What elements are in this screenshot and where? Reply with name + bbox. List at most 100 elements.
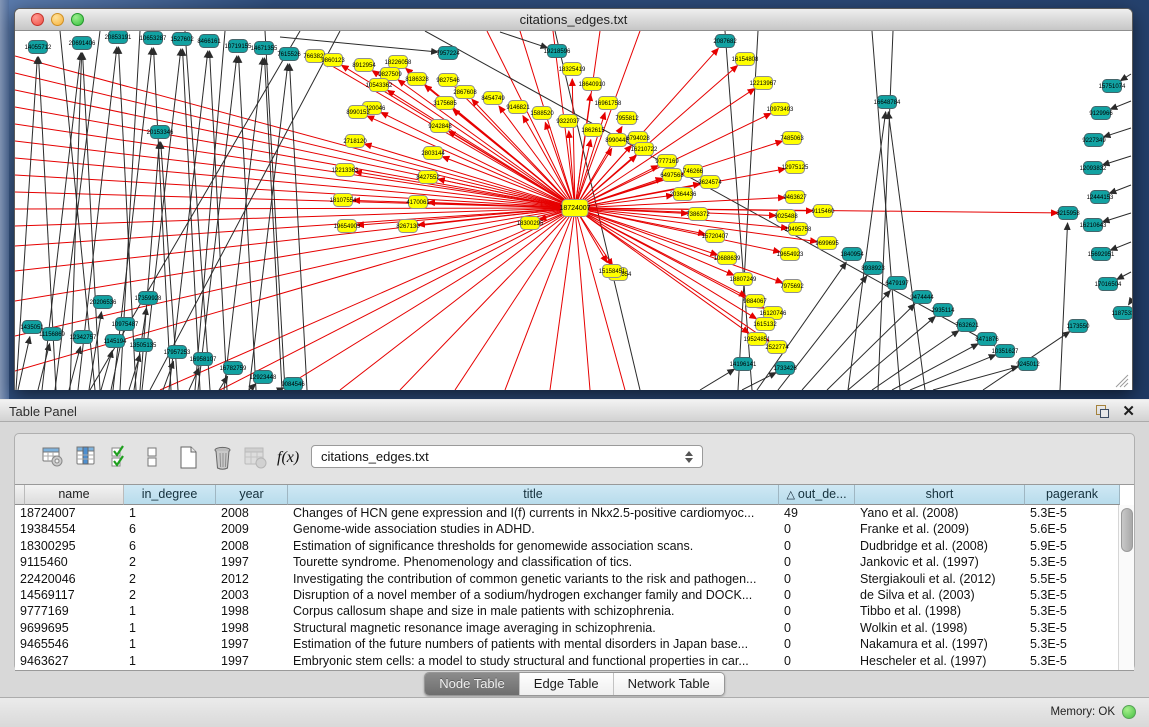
network-node[interactable]: 12444153: [1087, 191, 1114, 204]
network-node[interactable]: 7485063: [780, 132, 804, 145]
network-node[interactable]: 9884067: [743, 295, 767, 308]
network-node[interactable]: 17359928: [135, 292, 162, 305]
resize-grip-icon[interactable]: [1124, 383, 1128, 387]
cell-in-degree[interactable]: 1: [124, 603, 216, 619]
cell-short[interactable]: Stergiakouli et al. (2012): [855, 571, 1025, 587]
network-node[interactable]: 3175685: [433, 97, 457, 110]
network-node[interactable]: 12975125: [782, 161, 809, 174]
network-node[interactable]: 16648784: [874, 96, 901, 109]
network-graph-svg[interactable]: 1872400776638229860123891295418226058982…: [15, 31, 1132, 390]
network-node[interactable]: 9827546: [436, 74, 460, 87]
cell-name[interactable]: 22420046: [15, 571, 124, 587]
network-node[interactable]: 16961758: [595, 97, 622, 110]
network-node[interactable]: 4170061: [406, 196, 430, 209]
cell-short[interactable]: Yano et al. (2008): [855, 505, 1025, 521]
tab-network-table[interactable]: Network Table: [614, 673, 724, 695]
network-node[interactable]: 6497568: [660, 169, 684, 182]
network-node[interactable]: 10973493: [767, 103, 794, 116]
network-node[interactable]: 8267130: [396, 220, 420, 233]
network-node[interactable]: 19495758: [785, 223, 812, 236]
network-node[interactable]: 18724007: [559, 200, 590, 217]
cell-out-de-[interactable]: 0: [779, 620, 855, 636]
network-window[interactable]: citations_edges.txt 18724007766382298601…: [14, 8, 1133, 390]
cell-pagerank[interactable]: 5.9E-5: [1025, 538, 1120, 554]
cell-pagerank[interactable]: 5.3E-5: [1025, 636, 1120, 652]
network-node[interactable]: 7386372: [686, 208, 710, 221]
select-columns-icon[interactable]: [75, 445, 99, 471]
network-node[interactable]: 16210722: [631, 143, 658, 156]
cell-out-de-[interactable]: 0: [779, 521, 855, 537]
cell-short[interactable]: Dudbridge et al. (2008): [855, 538, 1025, 554]
cell-title[interactable]: Embryonic stem cells: a model to study s…: [288, 653, 779, 669]
network-node[interactable]: 17957253: [164, 346, 191, 359]
network-node[interactable]: 2522774: [765, 341, 789, 354]
network-node[interactable]: 16154808: [732, 53, 759, 66]
cell-year[interactable]: 1998: [216, 620, 288, 636]
network-node[interactable]: 8471876: [975, 333, 999, 346]
cell-name[interactable]: 9777169: [15, 603, 124, 619]
cell-title[interactable]: Estimation of significance thresholds fo…: [288, 538, 779, 554]
cell-in-degree[interactable]: 6: [124, 538, 216, 554]
network-node[interactable]: 2803144: [421, 147, 445, 160]
network-node[interactable]: 2867608: [453, 86, 477, 99]
network-node[interactable]: 14055712: [25, 41, 52, 54]
table-row[interactable]: 969969511998Structural magnetic resonanc…: [15, 620, 1134, 636]
network-node[interactable]: 14671355: [251, 42, 278, 55]
cell-out-de-[interactable]: 0: [779, 603, 855, 619]
column-header-name[interactable]: name: [25, 485, 124, 505]
network-node[interactable]: 1187533: [1112, 307, 1132, 320]
column-header-in-degree[interactable]: in_degree: [124, 485, 216, 505]
column-header-year[interactable]: year: [216, 485, 288, 505]
cell-title[interactable]: Corpus callosum shape and size in male p…: [288, 603, 779, 619]
network-node[interactable]: 9084546: [281, 378, 305, 391]
cell-short[interactable]: Nakamura et al. (1997): [855, 636, 1025, 652]
network-canvas[interactable]: 1872400776638229860123891295418226058982…: [15, 31, 1132, 390]
network-node[interactable]: 2935114: [932, 304, 956, 317]
network-node[interactable]: 2087682: [713, 35, 737, 48]
column-header-pagerank[interactable]: pagerank: [1025, 485, 1120, 505]
column-header-short[interactable]: short: [855, 485, 1025, 505]
new-column-icon[interactable]: [177, 445, 201, 471]
table-row[interactable]: 977716911998Corpus callosum shape and si…: [15, 603, 1134, 619]
float-window-icon[interactable]: [1096, 405, 1109, 418]
network-node[interactable]: 8938923: [861, 262, 885, 275]
network-node[interactable]: 9860123: [321, 54, 345, 67]
select-all-icon[interactable]: [109, 445, 133, 471]
network-node[interactable]: 7957224: [436, 47, 460, 60]
cell-title[interactable]: Disruption of a novel member of a sodium…: [288, 587, 779, 603]
unselect-rows-icon[interactable]: [141, 445, 165, 471]
network-node[interactable]: 7632621: [955, 319, 979, 332]
network-node[interactable]: 12213967: [750, 77, 777, 90]
network-node[interactable]: 9242848: [428, 120, 452, 133]
network-node[interactable]: 19654923: [777, 248, 804, 261]
network-node[interactable]: 12093832: [1080, 162, 1107, 175]
network-node[interactable]: 2718120: [343, 135, 367, 148]
cell-out-de-[interactable]: 0: [779, 636, 855, 652]
network-node[interactable]: 8466161: [197, 35, 221, 48]
table-vertical-scrollbar[interactable]: [1118, 505, 1134, 670]
network-node[interactable]: 8990153: [346, 106, 370, 119]
network-node[interactable]: 18807249: [730, 273, 757, 286]
network-node[interactable]: 15751074: [1099, 80, 1126, 93]
network-node[interactable]: 14196141: [730, 358, 757, 371]
cell-name[interactable]: 9115460: [15, 554, 124, 570]
network-node[interactable]: 19524851: [744, 333, 771, 346]
network-node[interactable]: 8427552: [416, 171, 440, 184]
cell-title[interactable]: Structural magnetic resonance image aver…: [288, 620, 779, 636]
network-node[interactable]: 7955812: [615, 112, 639, 125]
network-node[interactable]: 20153346: [147, 126, 174, 139]
network-node[interactable]: 16958107: [190, 353, 217, 366]
network-node[interactable]: 3624574: [698, 176, 722, 189]
network-node[interactable]: 10688639: [714, 252, 741, 265]
table-row[interactable]: 1830029562008Estimation of significance …: [15, 538, 1134, 554]
cell-pagerank[interactable]: 5.5E-5: [1025, 571, 1120, 587]
tab-node-table[interactable]: Node Table: [425, 673, 520, 695]
network-node[interactable]: 9699695: [815, 237, 839, 250]
network-node[interactable]: 9129966: [1089, 107, 1113, 120]
network-node[interactable]: 20853191: [105, 31, 132, 44]
network-node[interactable]: 13505135: [130, 339, 157, 352]
cell-in-degree[interactable]: 2: [124, 571, 216, 587]
network-node[interactable]: 18226058: [385, 56, 412, 69]
network-node[interactable]: 8454749: [481, 92, 505, 105]
cell-in-degree[interactable]: 1: [124, 505, 216, 521]
